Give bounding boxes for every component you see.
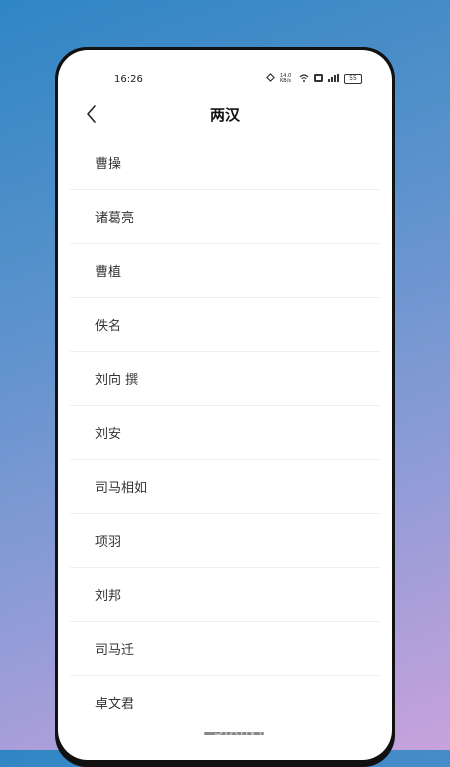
network-speed: 14.0 KB/s <box>280 72 292 84</box>
watermark: 新意手游 · SIXINYI.COM <box>137 723 313 739</box>
list-item[interactable]: 曹操 <box>70 136 380 190</box>
status-bar: 16:26 14.0 KB/s 55 <box>58 72 392 88</box>
list-item-label: 诸葛亮 <box>95 211 135 226</box>
list-item[interactable]: 司马相如 <box>70 460 380 514</box>
list-item-label: 刘向 撰 <box>95 373 139 388</box>
location-icon <box>266 73 275 84</box>
list-item[interactable]: 佚名 <box>70 298 380 352</box>
list-item[interactable]: 刘邦 <box>70 568 380 622</box>
page-title: 两汉 <box>209 106 240 124</box>
list-item-label: 司马迁 <box>95 643 135 658</box>
list-item-label: 刘邦 <box>95 589 122 604</box>
hd-icon <box>314 73 323 84</box>
list-item-label: 司马相如 <box>95 481 148 496</box>
list-item-label: 刘安 <box>95 427 122 442</box>
list-item[interactable]: 诸葛亮 <box>70 190 380 244</box>
signal-icon <box>328 73 339 84</box>
list-item-label: 曹操 <box>95 157 122 172</box>
list-item-label: 曹植 <box>95 265 122 280</box>
list-item-label: 项羽 <box>95 535 122 550</box>
status-icons: 14.0 KB/s 55 <box>266 73 362 84</box>
list-item[interactable]: 刘向 撰 <box>70 352 380 406</box>
author-list: 曹操 诸葛亮 曹植 佚名 刘向 撰 刘安 司马相如 项羽 刘邦 司马迁 卓文君 <box>70 136 380 729</box>
battery-level: 55 <box>349 74 357 82</box>
list-item[interactable]: 刘安 <box>70 406 380 460</box>
list-item[interactable]: 司马迁 <box>70 622 380 676</box>
app-screen: 16:26 14.0 KB/s 55 两汉 曹操 诸葛亮 曹植 佚名 刘向 撰 … <box>58 50 392 760</box>
battery-icon: 55 <box>344 73 362 84</box>
list-item-label: 卓文君 <box>95 697 135 712</box>
list-item-label: 佚名 <box>95 319 122 334</box>
wifi-icon <box>299 73 309 84</box>
list-item[interactable]: 曹植 <box>70 244 380 298</box>
list-item[interactable]: 项羽 <box>70 514 380 568</box>
status-time: 16:26 <box>114 74 143 85</box>
nav-bar: 两汉 <box>58 98 392 128</box>
